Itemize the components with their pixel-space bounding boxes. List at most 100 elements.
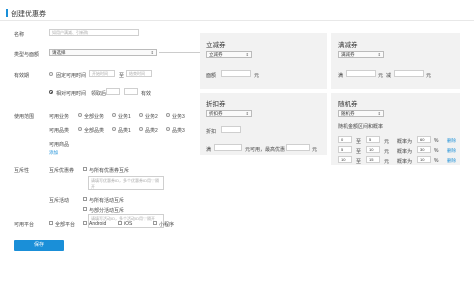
panel-manjian-unit2: 元 xyxy=(426,73,432,79)
mutex-coupon-textarea[interactable]: 请填写优惠券ID，多个优惠券ID用","隔开 xyxy=(88,176,164,190)
mutex-activity-checkbox-2[interactable] xyxy=(83,207,87,211)
product-radio-1[interactable] xyxy=(112,127,116,131)
receive-after-input[interactable] xyxy=(106,88,120,95)
type-select[interactable]: 请选择 ⇕ xyxy=(49,49,157,56)
platform-checkbox-android[interactable] xyxy=(83,221,87,225)
platform-option-ios: iOS xyxy=(124,221,133,227)
mutex-coupon-checkbox[interactable] xyxy=(83,167,87,171)
relative-time-label: 相对可用时间 xyxy=(56,91,87,97)
name-input[interactable]: 如用户满减、引新购 xyxy=(49,29,139,36)
panel-suiji-subtitle: 随机金额区间和概率 xyxy=(338,124,384,130)
mutex-activity-checkbox[interactable] xyxy=(83,197,87,201)
panel-zhekou-unit: 元 xyxy=(312,147,318,153)
suiji-row1-pct: % xyxy=(434,138,439,144)
panel-suiji-title: 随机券 xyxy=(338,101,358,108)
suiji-row1-prob[interactable]: 60 xyxy=(417,136,431,143)
mutex-label: 互斥性 xyxy=(14,168,30,174)
suiji-row2-to[interactable]: 10 xyxy=(366,146,380,153)
mutex-activity-label: 互斥活动 xyxy=(49,198,70,204)
shop-option-all: 全部业务 xyxy=(84,114,105,120)
panel-suiji-select-value: 随机券 xyxy=(341,111,355,116)
suiji-row1-from[interactable]: 0 xyxy=(338,136,352,143)
end-time-input[interactable]: 结束时间 xyxy=(126,70,152,77)
panel-zhekou-discount-input[interactable] xyxy=(221,126,241,133)
relative-time-radio[interactable] xyxy=(49,90,53,94)
panel-zhekou-select[interactable]: 折扣券 ⇕ xyxy=(206,110,252,117)
suiji-row3-from[interactable]: 10 xyxy=(338,156,352,163)
platform-checkbox-miniprogram[interactable] xyxy=(153,221,157,225)
panel-lijian-select[interactable]: 立减券 ⇕ xyxy=(206,51,252,58)
valid-days-label: 有效 xyxy=(141,91,152,97)
shop-radio-all[interactable] xyxy=(78,113,82,117)
panel-zhekou-max-input[interactable] xyxy=(286,144,310,151)
mutex-activity-option-2: 与部分活动互斥 xyxy=(89,208,125,214)
panel-zhekou-man: 满 xyxy=(206,147,212,153)
panel-manjian-select-value: 满减券 xyxy=(341,52,355,57)
suiji-row3-pct: % xyxy=(434,158,439,164)
product-option-1: 品类1 xyxy=(118,128,131,134)
product-option-3: 品类3 xyxy=(172,128,185,134)
panel-lijian-face-input[interactable] xyxy=(221,70,251,77)
panel-manjian-select[interactable]: 满减券 ⇕ xyxy=(338,51,384,58)
suiji-row2-to-label: 至 xyxy=(356,149,362,155)
panel-manjian-jian: 减 xyxy=(386,73,392,79)
suiji-row3-to[interactable]: 15 xyxy=(366,156,380,163)
shop-radio-3[interactable] xyxy=(166,113,170,117)
shop-radio-2[interactable] xyxy=(139,113,143,117)
connector-line xyxy=(159,52,200,53)
product-option-2: 品类2 xyxy=(145,128,158,134)
add-goods-link[interactable]: 添加 xyxy=(49,150,58,156)
panel-lijian-select-value: 立减券 xyxy=(209,52,223,57)
shop-option-1: 业务1 xyxy=(118,114,131,120)
suiji-row3-unit: 元 xyxy=(384,159,390,165)
suiji-row1-to[interactable]: 5 xyxy=(366,136,380,143)
shop-option-2: 业务2 xyxy=(145,114,158,120)
fixed-time-radio[interactable] xyxy=(49,72,53,76)
platform-label: 可用平台 xyxy=(14,222,35,228)
chevron-updown-icon: ⇕ xyxy=(245,52,249,57)
panel-manjian-man-input[interactable] xyxy=(346,70,376,77)
shop-option-3: 业务3 xyxy=(172,114,185,120)
panel-zhekou-mid-text: 元可用，最高优惠 xyxy=(245,147,286,153)
chevron-updown-icon: ⇕ xyxy=(377,52,381,57)
suiji-row2-prob[interactable]: 30 xyxy=(417,146,431,153)
save-button[interactable]: 保存 xyxy=(14,240,64,251)
start-time-input[interactable]: 开始时间 xyxy=(89,70,115,77)
product-radio-3[interactable] xyxy=(166,127,170,131)
platform-option-android: Android xyxy=(89,221,107,227)
product-radio-all[interactable] xyxy=(78,127,82,131)
platform-option-miniprogram: 小程序 xyxy=(159,222,175,228)
mutex-coupon-option: 与所有优惠券互斥 xyxy=(89,168,130,174)
suiji-row1-to-label: 至 xyxy=(356,139,362,145)
title-accent xyxy=(6,9,8,17)
panel-manjian-man: 满 xyxy=(338,73,344,79)
suiji-row2-delete[interactable]: 删除 xyxy=(447,148,456,154)
chevron-updown-icon: ⇕ xyxy=(150,50,154,55)
suiji-row3-to-label: 至 xyxy=(356,159,362,165)
available-goods-label: 可用商品 xyxy=(49,142,70,148)
panel-zhekou-select-value: 折扣券 xyxy=(209,111,223,116)
panel-manjian-unit1: 元 xyxy=(378,73,384,79)
type-label: 类型与面额 xyxy=(14,52,40,58)
suiji-row3-delete[interactable]: 删除 xyxy=(447,158,456,164)
mutex-activity-option: 与所有活动互斥 xyxy=(89,198,125,204)
suiji-row1-delete[interactable]: 删除 xyxy=(447,138,456,144)
panel-suiji-select[interactable]: 随机券 ⇕ xyxy=(338,110,384,117)
platform-checkbox-all[interactable] xyxy=(49,221,53,225)
panel-lijian-face-label: 面额 xyxy=(206,73,217,79)
panel-manjian-jian-input[interactable] xyxy=(394,70,424,77)
suiji-row2-prob-label: 概率为 xyxy=(397,149,413,155)
suiji-row1-unit: 元 xyxy=(384,139,390,145)
product-radio-2[interactable] xyxy=(139,127,143,131)
panel-zhekou-man-input[interactable] xyxy=(214,144,242,151)
platform-checkbox-ios[interactable] xyxy=(118,221,122,225)
suiji-row3-prob[interactable]: 10 xyxy=(417,156,431,163)
platform-option-all: 全部平台 xyxy=(55,222,76,228)
suiji-row2-from[interactable]: 5 xyxy=(338,146,352,153)
shop-radio-1[interactable] xyxy=(112,113,116,117)
available-products-label: 可用品类 xyxy=(49,128,70,134)
available-shops-label: 可用业务 xyxy=(49,114,70,120)
chevron-updown-icon: ⇕ xyxy=(377,111,381,116)
valid-days-input[interactable] xyxy=(124,88,138,95)
page-title: 创建优惠券 xyxy=(11,11,46,18)
